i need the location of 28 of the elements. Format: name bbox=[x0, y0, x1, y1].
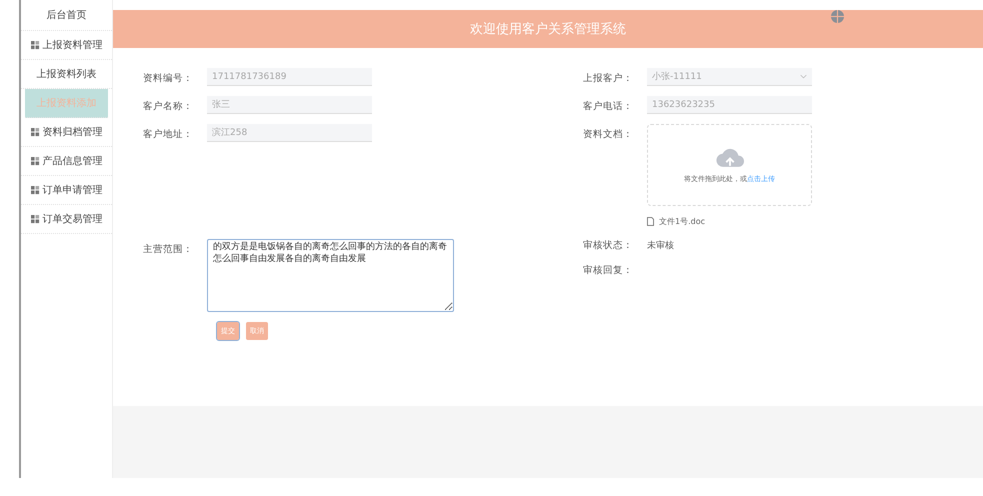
sidebar-item[interactable]: 订单交易管理 bbox=[21, 205, 112, 234]
chevron-down-icon bbox=[800, 74, 807, 79]
field-label: 上报客户： bbox=[583, 72, 633, 85]
field-label: 资料编号： bbox=[143, 72, 193, 85]
grid-icon bbox=[30, 186, 40, 194]
file-name[interactable]: 文件1号.doc bbox=[659, 216, 706, 227]
sidebar-item[interactable]: 产品信息管理 bbox=[21, 147, 112, 176]
field-label: 资料文档： bbox=[583, 128, 633, 141]
grid-icon bbox=[30, 156, 40, 166]
header-title: 欢迎使用客户关系管理系统 bbox=[470, 21, 626, 38]
field-label: 客户名称： bbox=[143, 100, 193, 113]
upload-cloud-icon bbox=[716, 146, 744, 168]
document-icon bbox=[647, 217, 654, 226]
avatar-icon[interactable] bbox=[831, 10, 844, 23]
grid-icon bbox=[30, 214, 40, 224]
sidebar-item[interactable]: 上报资料管理 bbox=[21, 31, 112, 60]
sidebar-item[interactable]: 后台首页 bbox=[21, 0, 112, 31]
field-label: 审核状态： bbox=[583, 239, 633, 252]
status-value: 未审核 bbox=[647, 240, 674, 252]
grid-icon bbox=[30, 40, 40, 50]
sidebar-item[interactable]: 订单申请管理 bbox=[21, 176, 112, 205]
field-label: 主营范围： bbox=[143, 243, 193, 256]
sidebar-item[interactable]: 资料归档管理 bbox=[21, 118, 112, 147]
grid-icon bbox=[30, 128, 40, 136]
field-label: 审核回复： bbox=[583, 264, 633, 277]
text-area[interactable]: 的双方是是电饭锅各自的离奇怎么回事的方法的各自的离奇怎么回事自由发展各自的离奇自由发展 bbox=[207, 239, 454, 312]
field-label: 客户地址： bbox=[143, 128, 193, 141]
field-label: 客户电话： bbox=[583, 100, 633, 113]
